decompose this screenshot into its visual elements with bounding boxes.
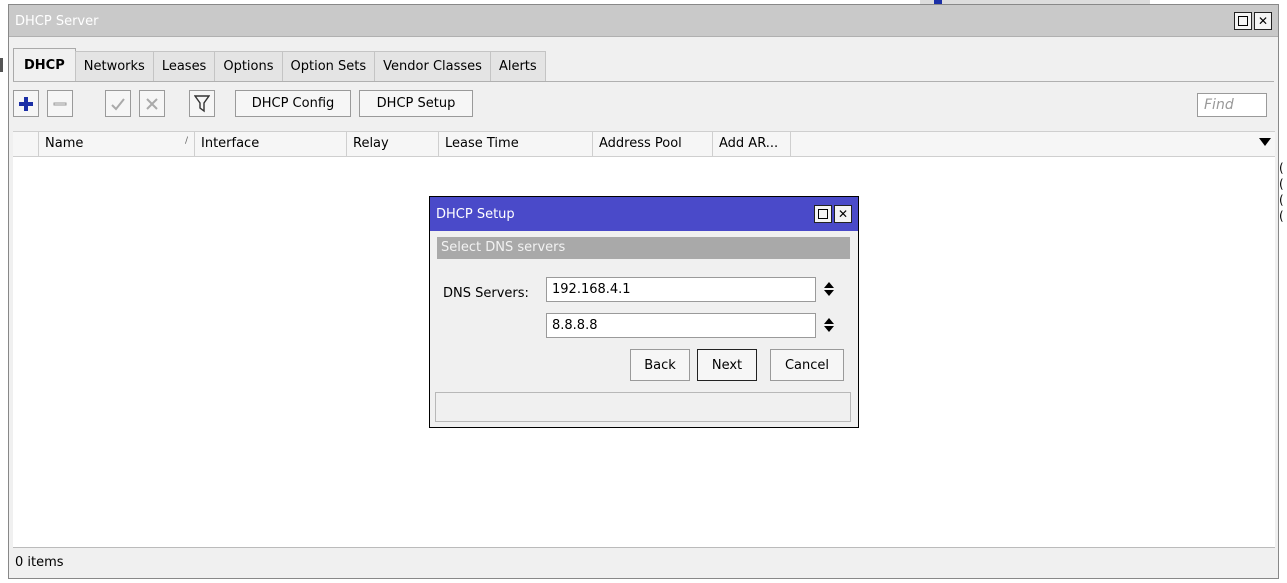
dialog-maximize-button[interactable] (814, 205, 832, 223)
column-dropdown-button[interactable] (1259, 136, 1271, 150)
check-icon (111, 97, 125, 110)
tab-dhcp[interactable]: DHCP (13, 48, 76, 81)
tab-networks[interactable]: Networks (74, 51, 154, 81)
maximize-icon (1238, 16, 1248, 26)
tab-bar: DHCP Networks Leases Options Option Sets… (13, 48, 546, 81)
column-header-lease-time[interactable]: Lease Time (439, 132, 593, 157)
column-label: Name (45, 136, 84, 151)
tab-option-sets[interactable]: Option Sets (281, 51, 376, 81)
toolbar: DHCP Config DHCP Setup Find (13, 87, 1275, 119)
filter-button[interactable] (189, 90, 215, 117)
disable-button[interactable] (139, 90, 165, 117)
tab-vendor-classes[interactable]: Vendor Classes (374, 51, 491, 81)
window-titlebar[interactable]: DHCP Server ✕ (9, 5, 1278, 37)
tab-label: DHCP (24, 57, 65, 73)
tab-label: Option Sets (290, 59, 367, 74)
dns-server-2-updown[interactable] (824, 317, 834, 333)
column-header-relay[interactable]: Relay (347, 132, 439, 157)
close-button[interactable]: ✕ (1254, 12, 1272, 30)
tab-label: Options (223, 59, 274, 74)
up-down-arrows-icon (824, 318, 834, 332)
dhcp-setup-button[interactable]: DHCP Setup (359, 90, 473, 117)
dhcp-setup-label: DHCP Setup (376, 96, 456, 111)
tab-alerts[interactable]: Alerts (489, 51, 546, 81)
find-input[interactable]: Find (1197, 93, 1267, 117)
back-label: Back (644, 357, 676, 373)
minus-icon (53, 102, 67, 105)
tab-leases[interactable]: Leases (152, 51, 216, 81)
dialog-section-header: Select DNS servers (437, 237, 850, 259)
tab-options[interactable]: Options (214, 51, 283, 81)
filter-icon (194, 94, 210, 112)
remove-button[interactable] (47, 90, 73, 117)
tab-divider (13, 81, 1274, 82)
dns-server-1-updown[interactable] (824, 281, 834, 297)
dns-server-field-2[interactable]: 8.8.8.8 (546, 313, 816, 338)
close-icon: ✕ (1257, 14, 1269, 28)
window-title: DHCP Server (15, 14, 99, 29)
column-header-name[interactable]: Name / (39, 132, 195, 157)
close-icon: ✕ (837, 207, 849, 221)
next-label: Next (711, 357, 743, 373)
dhcp-setup-dialog: DHCP Setup ✕ Select DNS servers DNS Serv… (429, 196, 859, 428)
table-header: Name / Interface Relay Lease Time Addres… (13, 131, 1275, 157)
dialog-title: DHCP Setup (436, 207, 515, 222)
maximize-icon (818, 209, 828, 219)
column-label: Interface (201, 136, 260, 151)
column-header-select[interactable] (13, 132, 39, 157)
cancel-button[interactable]: Cancel (770, 349, 844, 381)
dhcp-config-button[interactable]: DHCP Config (235, 90, 351, 117)
tab-label: Vendor Classes (383, 59, 482, 74)
up-down-arrows-icon (824, 282, 834, 296)
column-header-add-arp[interactable]: Add AR... (713, 132, 791, 157)
sort-indicator: / (184, 136, 188, 146)
tab-label: Leases (161, 59, 207, 74)
cancel-label: Cancel (784, 357, 830, 373)
dhcp-config-label: DHCP Config (251, 96, 335, 111)
triangle-down-icon (1259, 138, 1271, 146)
column-label: Relay (353, 136, 389, 151)
column-header-interface[interactable]: Interface (195, 132, 347, 157)
column-label: Add AR... (719, 136, 779, 151)
dialog-titlebar[interactable]: DHCP Setup ✕ (430, 197, 858, 231)
plus-icon (19, 96, 33, 111)
maximize-button[interactable] (1234, 12, 1252, 30)
background-window-edge-left (0, 58, 3, 72)
dialog-status-bar (435, 392, 851, 422)
dialog-close-button[interactable]: ✕ (834, 205, 852, 223)
add-button[interactable] (13, 90, 39, 117)
items-count: 0 items (15, 555, 64, 570)
dns-server-field-1[interactable]: 192.168.4.1 (546, 277, 816, 302)
column-header-address-pool[interactable]: Address Pool (593, 132, 713, 157)
next-button[interactable]: Next (697, 349, 757, 381)
status-bar: 0 items (13, 548, 1275, 578)
disable-x-icon (146, 97, 158, 110)
background-window-edge-right: (((( (1279, 161, 1284, 223)
dns-servers-label: DNS Servers: (443, 286, 529, 301)
tab-label: Alerts (498, 59, 537, 74)
enable-button[interactable] (105, 90, 131, 117)
back-button[interactable]: Back (630, 349, 690, 381)
column-label: Address Pool (599, 136, 682, 151)
tab-label: Networks (83, 59, 145, 74)
column-label: Lease Time (445, 136, 519, 151)
